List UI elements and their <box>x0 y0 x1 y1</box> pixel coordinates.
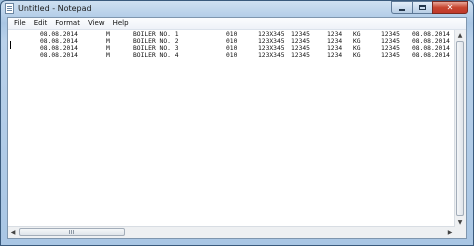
horizontal-scroll-thumb[interactable] <box>19 228 125 236</box>
minimize-icon <box>399 8 405 11</box>
cell-date: 08.08.2014 <box>40 45 78 52</box>
notepad-icon[interactable] <box>5 3 14 14</box>
client-area: File Edit Format View Help 08.08.2014 M BO… <box>7 17 467 239</box>
horizontal-scrollbar[interactable]: ◀ ▶ <box>8 226 455 238</box>
cell-quantity: 1234 <box>327 45 343 52</box>
cell-code: 010 <box>226 45 238 52</box>
cell-size: 123X345 <box>258 45 285 52</box>
cell-description: BOILER NO. 3 <box>133 45 179 52</box>
scroll-down-icon[interactable]: ▼ <box>455 217 465 227</box>
cell-description: BOILER NO. 2 <box>133 38 179 45</box>
cell-end-date: 08.08.2014 <box>412 31 450 38</box>
vertical-scrollbar[interactable]: ▲ ▼ <box>454 30 466 227</box>
cell-number: 12345 <box>291 31 310 38</box>
cell-size: 123X345 <box>258 52 285 59</box>
cell-code: 010 <box>226 38 238 45</box>
cell-value: 12345 <box>381 31 400 38</box>
cell-unit: KG <box>353 45 361 52</box>
cell-description: BOILER NO. 1 <box>133 31 179 38</box>
cell-date: 08.08.2014 <box>40 52 78 59</box>
cell-description: BOILER NO. 4 <box>133 52 179 59</box>
scroll-left-icon[interactable]: ◀ <box>8 227 18 237</box>
scroll-up-icon[interactable]: ▲ <box>455 30 465 40</box>
cell-number: 12345 <box>291 52 310 59</box>
close-button[interactable]: ✕ <box>432 1 468 14</box>
cell-end-date: 08.08.2014 <box>412 45 450 52</box>
cell-quantity: 1234 <box>327 52 343 59</box>
cell-unit: KG <box>353 52 361 59</box>
text-editor[interactable]: 08.08.2014 M BOILER NO. 1 010 123X345 12345 12… <box>8 30 455 227</box>
maximize-icon <box>419 5 426 10</box>
cell-number: 12345 <box>291 45 310 52</box>
grip-icon <box>69 230 75 234</box>
cell-quantity: 1234 <box>327 31 343 38</box>
cell-shift: M <box>106 45 110 52</box>
menu-view[interactable]: View <box>84 18 109 29</box>
scroll-right-icon[interactable]: ▶ <box>445 227 455 237</box>
window-title: Untitled - Notepad <box>18 4 92 13</box>
cell-unit: KG <box>353 38 361 45</box>
maximize-button[interactable] <box>412 1 432 14</box>
cell-value: 12345 <box>381 38 400 45</box>
cell-value: 12345 <box>381 52 400 59</box>
cell-size: 123X345 <box>258 31 285 38</box>
cell-end-date: 08.08.2014 <box>412 38 450 45</box>
cell-size: 123X345 <box>258 38 285 45</box>
menu-file[interactable]: File <box>10 18 30 29</box>
cell-code: 010 <box>226 52 238 59</box>
title-bar[interactable]: Untitled - Notepad ✕ <box>1 1 473 17</box>
cell-end-date: 08.08.2014 <box>412 52 450 59</box>
cell-shift: M <box>106 52 110 59</box>
text-caret <box>10 41 11 49</box>
cell-shift: M <box>106 31 110 38</box>
cell-code: 010 <box>226 31 238 38</box>
menu-edit[interactable]: Edit <box>30 18 52 29</box>
cell-date: 08.08.2014 <box>40 31 78 38</box>
cell-date: 08.08.2014 <box>40 38 78 45</box>
menu-bar: File Edit Format View Help <box>8 18 466 30</box>
minimize-button[interactable] <box>391 1 412 14</box>
notepad-window: Untitled - Notepad ✕ File Edit Format Vi… <box>0 0 474 246</box>
menu-format[interactable]: Format <box>51 18 84 29</box>
cell-number: 12345 <box>291 38 310 45</box>
cell-shift: M <box>106 38 110 45</box>
cell-unit: KG <box>353 31 361 38</box>
close-icon: ✕ <box>446 2 454 12</box>
cell-value: 12345 <box>381 45 400 52</box>
scrollbar-corner <box>455 227 466 238</box>
cell-quantity: 1234 <box>327 38 343 45</box>
vertical-scroll-thumb[interactable] <box>456 41 464 216</box>
caption-buttons: ✕ <box>391 1 468 15</box>
menu-help[interactable]: Help <box>109 18 133 29</box>
